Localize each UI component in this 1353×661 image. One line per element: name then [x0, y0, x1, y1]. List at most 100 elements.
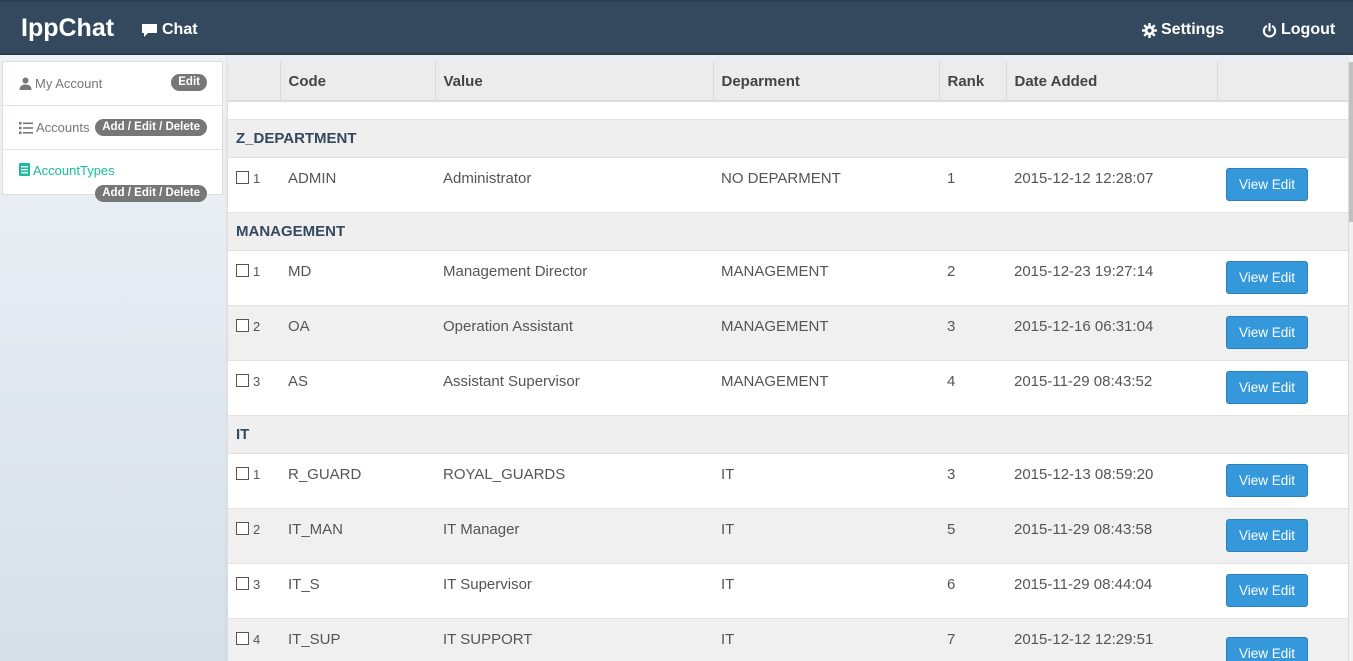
comment-icon	[141, 23, 158, 38]
cell-value: Operation Assistant	[435, 305, 713, 361]
cell-value: ROYAL_GUARDS	[435, 453, 713, 509]
column-header-value[interactable]: Value	[435, 62, 714, 102]
sidebar-item-label: My Account	[35, 76, 103, 91]
table-header-row: Code Value Deparment Rank Date Added	[228, 62, 1348, 102]
cell-code: MD	[280, 250, 435, 306]
account-types-panel: Code Value Deparment Rank Date Added Z_D…	[227, 62, 1349, 661]
book-icon	[19, 163, 30, 176]
row-number: 1	[253, 170, 261, 186]
table-row: 3 AS Assistant Supervisor MANAGEMENT 4 2…	[228, 360, 1348, 416]
group-header-row: MANAGEMENT	[228, 212, 1348, 251]
cell-code: R_GUARD	[280, 453, 435, 509]
cell-date-added: 2015-11-29 08:43:52	[1006, 360, 1217, 416]
row-number: 2	[253, 521, 261, 537]
row-number: 1	[253, 263, 261, 279]
cell-value: Management Director	[435, 250, 713, 306]
account-types-table: Code Value Deparment Rank Date Added Z_D…	[228, 62, 1348, 661]
cell-department: MANAGEMENT	[713, 305, 939, 361]
view-edit-button[interactable]: View Edit	[1226, 260, 1309, 294]
cell-department: MANAGEMENT	[713, 250, 939, 306]
group-name: IT	[228, 415, 1348, 454]
view-edit-button[interactable]: View Edit	[1226, 518, 1309, 552]
row-checkbox[interactable]	[236, 631, 249, 645]
cell-code: IT_SUP	[280, 618, 435, 661]
cell-date-added: 2015-12-12 12:28:07	[1006, 157, 1217, 213]
cell-department: IT	[713, 453, 939, 509]
row-number: 2	[253, 318, 261, 334]
cell-date-added: 2015-12-16 06:31:04	[1006, 305, 1217, 361]
table-row: 2 IT_MAN IT Manager IT 5 2015-11-29 08:4…	[228, 508, 1348, 564]
column-header-code[interactable]: Code	[280, 62, 436, 102]
column-header-department[interactable]: Deparment	[713, 62, 940, 102]
cell-date-added: 2015-12-12 12:29:51	[1006, 618, 1217, 661]
group-name: Z_DEPARTMENT	[228, 119, 1348, 158]
row-checkbox[interactable]	[236, 576, 249, 590]
view-edit-button[interactable]: View Edit	[1226, 573, 1309, 607]
row-number: 4	[253, 631, 261, 647]
row-checkbox[interactable]	[236, 521, 249, 535]
cell-date-added: 2015-11-29 08:44:04	[1006, 563, 1217, 619]
app-brand[interactable]: IppChat	[21, 14, 114, 43]
group-header-row: IT	[228, 415, 1348, 454]
sidebar-item-accounts[interactable]: Accounts Add / Edit / Delete	[3, 106, 222, 150]
row-checkbox[interactable]	[236, 318, 249, 332]
cell-code: ADMIN	[280, 157, 435, 213]
cell-rank: 1	[939, 157, 1006, 213]
view-edit-button[interactable]: View Edit	[1226, 636, 1309, 661]
view-edit-button[interactable]: View Edit	[1226, 370, 1309, 404]
cell-date-added: 2015-12-23 19:27:14	[1006, 250, 1217, 306]
cell-rank: 3	[939, 305, 1006, 361]
cell-value: IT Supervisor	[435, 563, 713, 619]
nav-settings-link[interactable]: Settings	[1142, 19, 1224, 41]
view-edit-button[interactable]: View Edit	[1226, 463, 1309, 497]
row-checkbox[interactable]	[236, 373, 249, 387]
cell-code: OA	[280, 305, 435, 361]
table-row: 3 IT_S IT Supervisor IT 6 2015-11-29 08:…	[228, 563, 1348, 619]
add-edit-delete-badge[interactable]: Add / Edit / Delete	[95, 185, 207, 202]
sidebar-item-label: Accounts	[36, 120, 90, 135]
cell-department: IT	[713, 563, 939, 619]
sidebar: My Account Edit Accounts Add / Edit / De…	[0, 55, 225, 661]
cell-value: Assistant Supervisor	[435, 360, 713, 416]
cell-rank: 5	[939, 508, 1006, 564]
nav-settings-label: Settings	[1161, 21, 1225, 38]
nav-logout-label: Logout	[1281, 21, 1336, 38]
nav-logout-link[interactable]: Logout	[1262, 19, 1335, 41]
view-edit-button[interactable]: View Edit	[1226, 315, 1309, 349]
row-number: 1	[253, 466, 261, 482]
cell-code: IT_MAN	[280, 508, 435, 564]
row-checkbox[interactable]	[236, 466, 249, 480]
row-checkbox[interactable]	[236, 170, 249, 184]
gear-icon	[1142, 22, 1157, 38]
cell-date-added: 2015-12-13 08:59:20	[1006, 453, 1217, 509]
table-spacer-row	[228, 101, 1348, 120]
group-header-row: Z_DEPARTMENT	[228, 119, 1348, 158]
row-number: 3	[253, 373, 261, 389]
cell-value: Administrator	[435, 157, 713, 213]
power-icon	[1262, 22, 1277, 38]
edit-badge[interactable]: Edit	[171, 74, 207, 91]
table-row: 1 R_GUARD ROYAL_GUARDS IT 3 2015-12-13 0…	[228, 453, 1348, 509]
cell-rank: 4	[939, 360, 1006, 416]
nav-chat-label: Chat	[162, 21, 198, 38]
view-edit-button[interactable]: View Edit	[1226, 167, 1309, 201]
cell-department: MANAGEMENT	[713, 360, 939, 416]
cell-department: NO DEPARMENT	[713, 157, 939, 213]
cell-department: IT	[713, 508, 939, 564]
column-header-date-added[interactable]: Date Added	[1006, 62, 1218, 102]
cell-department: IT	[713, 618, 939, 661]
cell-value: IT Manager	[435, 508, 713, 564]
column-header-rank[interactable]: Rank	[939, 62, 1007, 102]
list-icon	[19, 121, 33, 134]
page-scrollbar-thumb[interactable]	[1349, 62, 1353, 222]
table-row: 1 MD Management Director MANAGEMENT 2 20…	[228, 250, 1348, 306]
add-edit-delete-badge[interactable]: Add / Edit / Delete	[95, 119, 207, 136]
cell-code: AS	[280, 360, 435, 416]
table-row: 1 ADMIN Administrator NO DEPARMENT 1 201…	[228, 157, 1348, 213]
row-number: 3	[253, 576, 261, 592]
nav-chat-link[interactable]: Chat	[141, 19, 198, 41]
row-checkbox[interactable]	[236, 263, 249, 277]
sidebar-item-accounttypes[interactable]: AccountTypes Add / Edit / Delete	[3, 150, 222, 202]
sidebar-item-my-account[interactable]: My Account Edit	[3, 62, 222, 106]
cell-rank: 7	[939, 618, 1006, 661]
